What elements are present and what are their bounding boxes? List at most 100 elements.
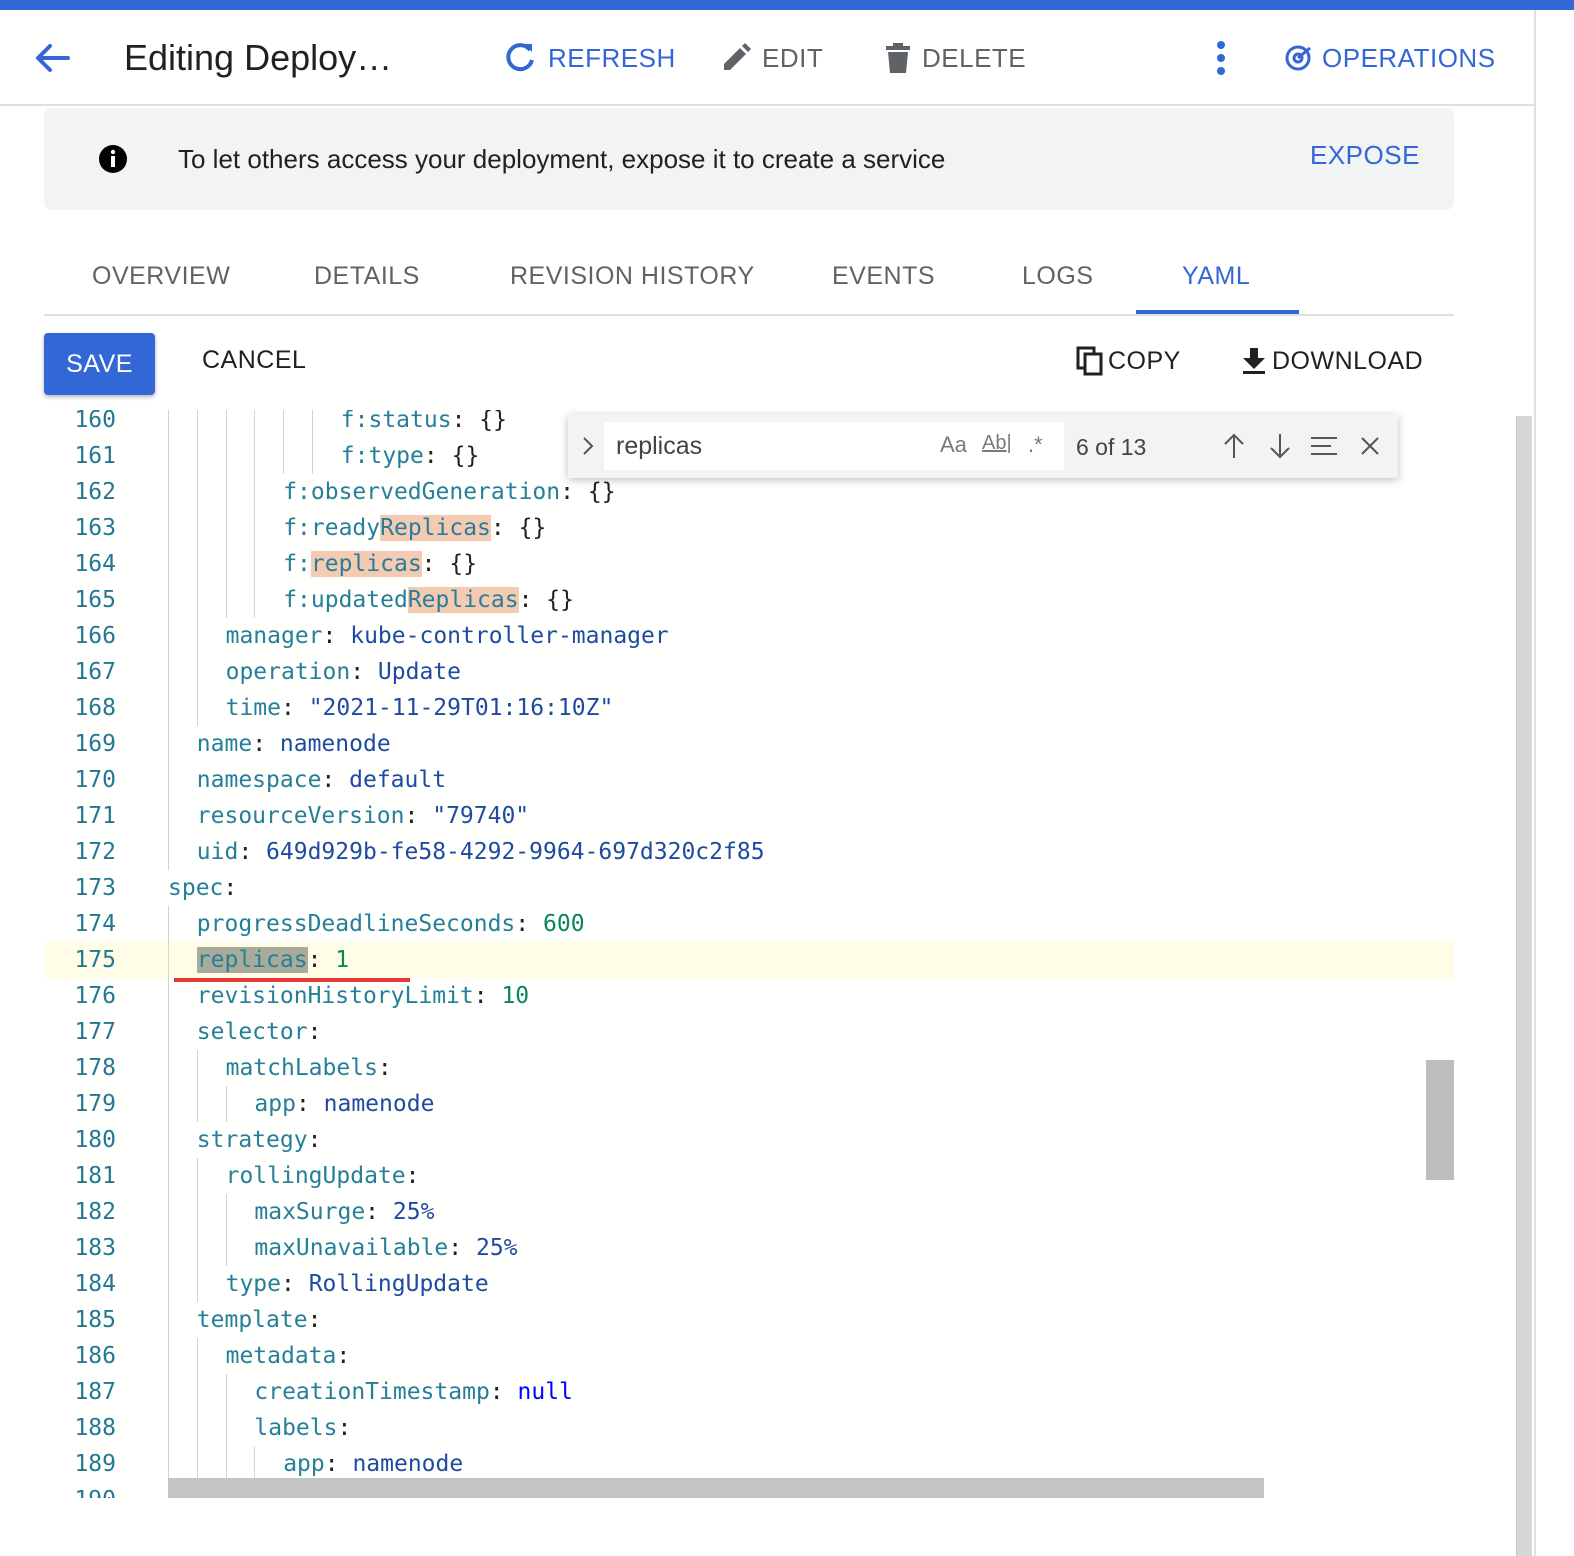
next-match-button[interactable]: [1264, 430, 1296, 462]
expose-button[interactable]: EXPOSE: [1310, 140, 1420, 171]
line-number: 189: [74, 1451, 116, 1477]
indent-guide: [196, 618, 198, 654]
code-line[interactable]: 178 matchLabels:: [44, 1050, 1454, 1086]
indent-guide: [196, 410, 198, 438]
code-line[interactable]: 175 replicas: 1: [44, 942, 1454, 978]
indent-guide: [254, 474, 256, 510]
code-text: matchLabels:: [226, 1050, 392, 1086]
code-line[interactable]: 177 selector:: [44, 1014, 1454, 1050]
code-line[interactable]: 179 app: namenode: [44, 1086, 1454, 1122]
code-line[interactable]: 180 strategy:: [44, 1122, 1454, 1158]
page-vertical-scrollbar[interactable]: [1516, 416, 1532, 1556]
code-line[interactable]: 181 rollingUpdate:: [44, 1158, 1454, 1194]
yaml-key: progressDeadlineSeconds: [196, 911, 516, 937]
tab-details[interactable]: DETAILS: [314, 262, 420, 291]
yaml-separator: :: [405, 1163, 420, 1189]
code-line[interactable]: 173 spec:: [44, 870, 1454, 906]
save-button[interactable]: SAVE: [44, 333, 155, 395]
whole-word-toggle[interactable]: Ab|: [982, 432, 1012, 455]
indent-guide: [225, 510, 227, 546]
tab-yaml[interactable]: YAML: [1182, 262, 1250, 291]
line-number: 162: [74, 479, 116, 505]
refresh-button[interactable]: REFRESH: [502, 36, 676, 80]
match-case-toggle[interactable]: Aa: [940, 432, 967, 458]
editor-vertical-scrollbar[interactable]: [1426, 1060, 1454, 1180]
yaml-value: "79740": [432, 803, 530, 829]
expose-banner: To let others access your deployment, ex…: [44, 108, 1454, 210]
indent-guide: [196, 582, 198, 618]
code-line[interactable]: 183 maxUnavailable: 25%: [44, 1230, 1454, 1266]
edit-button[interactable]: EDIT: [720, 36, 823, 80]
code-line[interactable]: 169 name: namenode: [44, 726, 1454, 762]
code-line[interactable]: 176 revisionHistoryLimit: 10: [44, 978, 1454, 1014]
code-text: name: namenode: [197, 726, 391, 762]
download-label: DOWNLOAD: [1272, 346, 1424, 375]
yaml-separator: :: [238, 839, 267, 865]
trash-icon: [886, 43, 910, 73]
yaml-editor[interactable]: 160 f:status: {} 161 f:type: {} 162 f:observe…: [44, 410, 1454, 1498]
tab-revision-history[interactable]: REVISION HISTORY: [510, 262, 755, 291]
yaml-separator: :: [307, 1307, 322, 1333]
tab-overview[interactable]: OVERVIEW: [92, 262, 230, 291]
code-line[interactable]: 166 manager: kube-controller-manager: [44, 618, 1454, 654]
code-line[interactable]: 188 labels:: [44, 1410, 1454, 1446]
indent-guide: [168, 1338, 169, 1374]
yaml-separator: :: [404, 803, 433, 829]
code-line[interactable]: 186 metadata:: [44, 1338, 1454, 1374]
yaml-value: 10: [501, 983, 530, 1009]
yaml-key: namespace: [196, 767, 322, 793]
code-line[interactable]: 189 app: namenode: [44, 1446, 1454, 1482]
line-number: 181: [74, 1163, 116, 1189]
regex-toggle[interactable]: .*: [1028, 432, 1043, 458]
cancel-button[interactable]: CANCEL: [202, 346, 306, 375]
edit-label: EDIT: [762, 42, 824, 73]
code-text: operation: Update: [226, 654, 461, 690]
code-text: selector:: [197, 1014, 322, 1050]
code-text: template:: [197, 1302, 322, 1338]
editor-horizontal-scrollbar[interactable]: [168, 1478, 1264, 1498]
yaml-key: maxUnavailable: [254, 1235, 449, 1261]
line-number: 168: [74, 695, 116, 721]
yaml-value: 25%: [475, 1235, 518, 1261]
code-line[interactable]: 174 progressDeadlineSeconds: 600: [44, 906, 1454, 942]
code-line[interactable]: 182 maxSurge: 25%: [44, 1194, 1454, 1230]
tab-logs[interactable]: LOGS: [1022, 262, 1093, 291]
code-line[interactable]: 165 f:updatedReplicas: {}: [44, 582, 1454, 618]
code-line[interactable]: 167 operation: Update: [44, 654, 1454, 690]
delete-button[interactable]: DELETE: [884, 36, 1026, 80]
back-button[interactable]: [28, 38, 76, 78]
code-line[interactable]: 162 f:observedGeneration: {}: [44, 474, 1454, 510]
yaml-key: maxSurge: [254, 1199, 366, 1225]
code-line[interactable]: 185 template:: [44, 1302, 1454, 1338]
previous-match-button[interactable]: [1218, 430, 1250, 462]
tab-events[interactable]: EVENTS: [832, 262, 935, 291]
arrow-down-icon: [1270, 434, 1290, 459]
code-line[interactable]: 184 type: RollingUpdate: [44, 1266, 1454, 1302]
yaml-value: "2021-11-29T01:16:10Z": [308, 695, 614, 721]
top-accent-bar: [0, 0, 1574, 10]
operations-button[interactable]: OPERATIONS: [1284, 36, 1496, 80]
indent-guide: [196, 1050, 198, 1086]
code-line[interactable]: 163 f:readyReplicas: {}: [44, 510, 1454, 546]
indent-guide: [225, 582, 227, 618]
yaml-separator: :: [307, 1127, 322, 1153]
code-line[interactable]: 172 uid: 649d929b-fe58-4292-9964-697d320c…: [44, 834, 1454, 870]
find-replace-toggle[interactable]: [576, 428, 600, 464]
download-button[interactable]: DOWNLOAD: [1240, 346, 1423, 376]
more-options-button[interactable]: [1204, 36, 1238, 80]
find-in-selection-button[interactable]: [1308, 430, 1340, 462]
copy-button[interactable]: COPY: [1076, 346, 1181, 376]
code-line[interactable]: 170 namespace: default: [44, 762, 1454, 798]
close-find-button[interactable]: [1354, 430, 1386, 462]
yaml-separator: :: [322, 623, 351, 649]
line-number: 185: [74, 1307, 116, 1333]
line-number: 171: [74, 803, 116, 829]
code-line[interactable]: 168 time: "2021-11-29T01:16:10Z": [44, 690, 1454, 726]
search-match-highlight: replicas: [310, 551, 422, 577]
code-line[interactable]: 171 resourceVersion: "79740": [44, 798, 1454, 834]
code-text: f:updatedReplicas: {}: [283, 582, 574, 618]
code-line[interactable]: 187 creationTimestamp: null: [44, 1374, 1454, 1410]
code-line[interactable]: 164 f:replicas: {}: [44, 546, 1454, 582]
indent-guide: [168, 1086, 169, 1122]
yaml-separator: :: [280, 695, 309, 721]
